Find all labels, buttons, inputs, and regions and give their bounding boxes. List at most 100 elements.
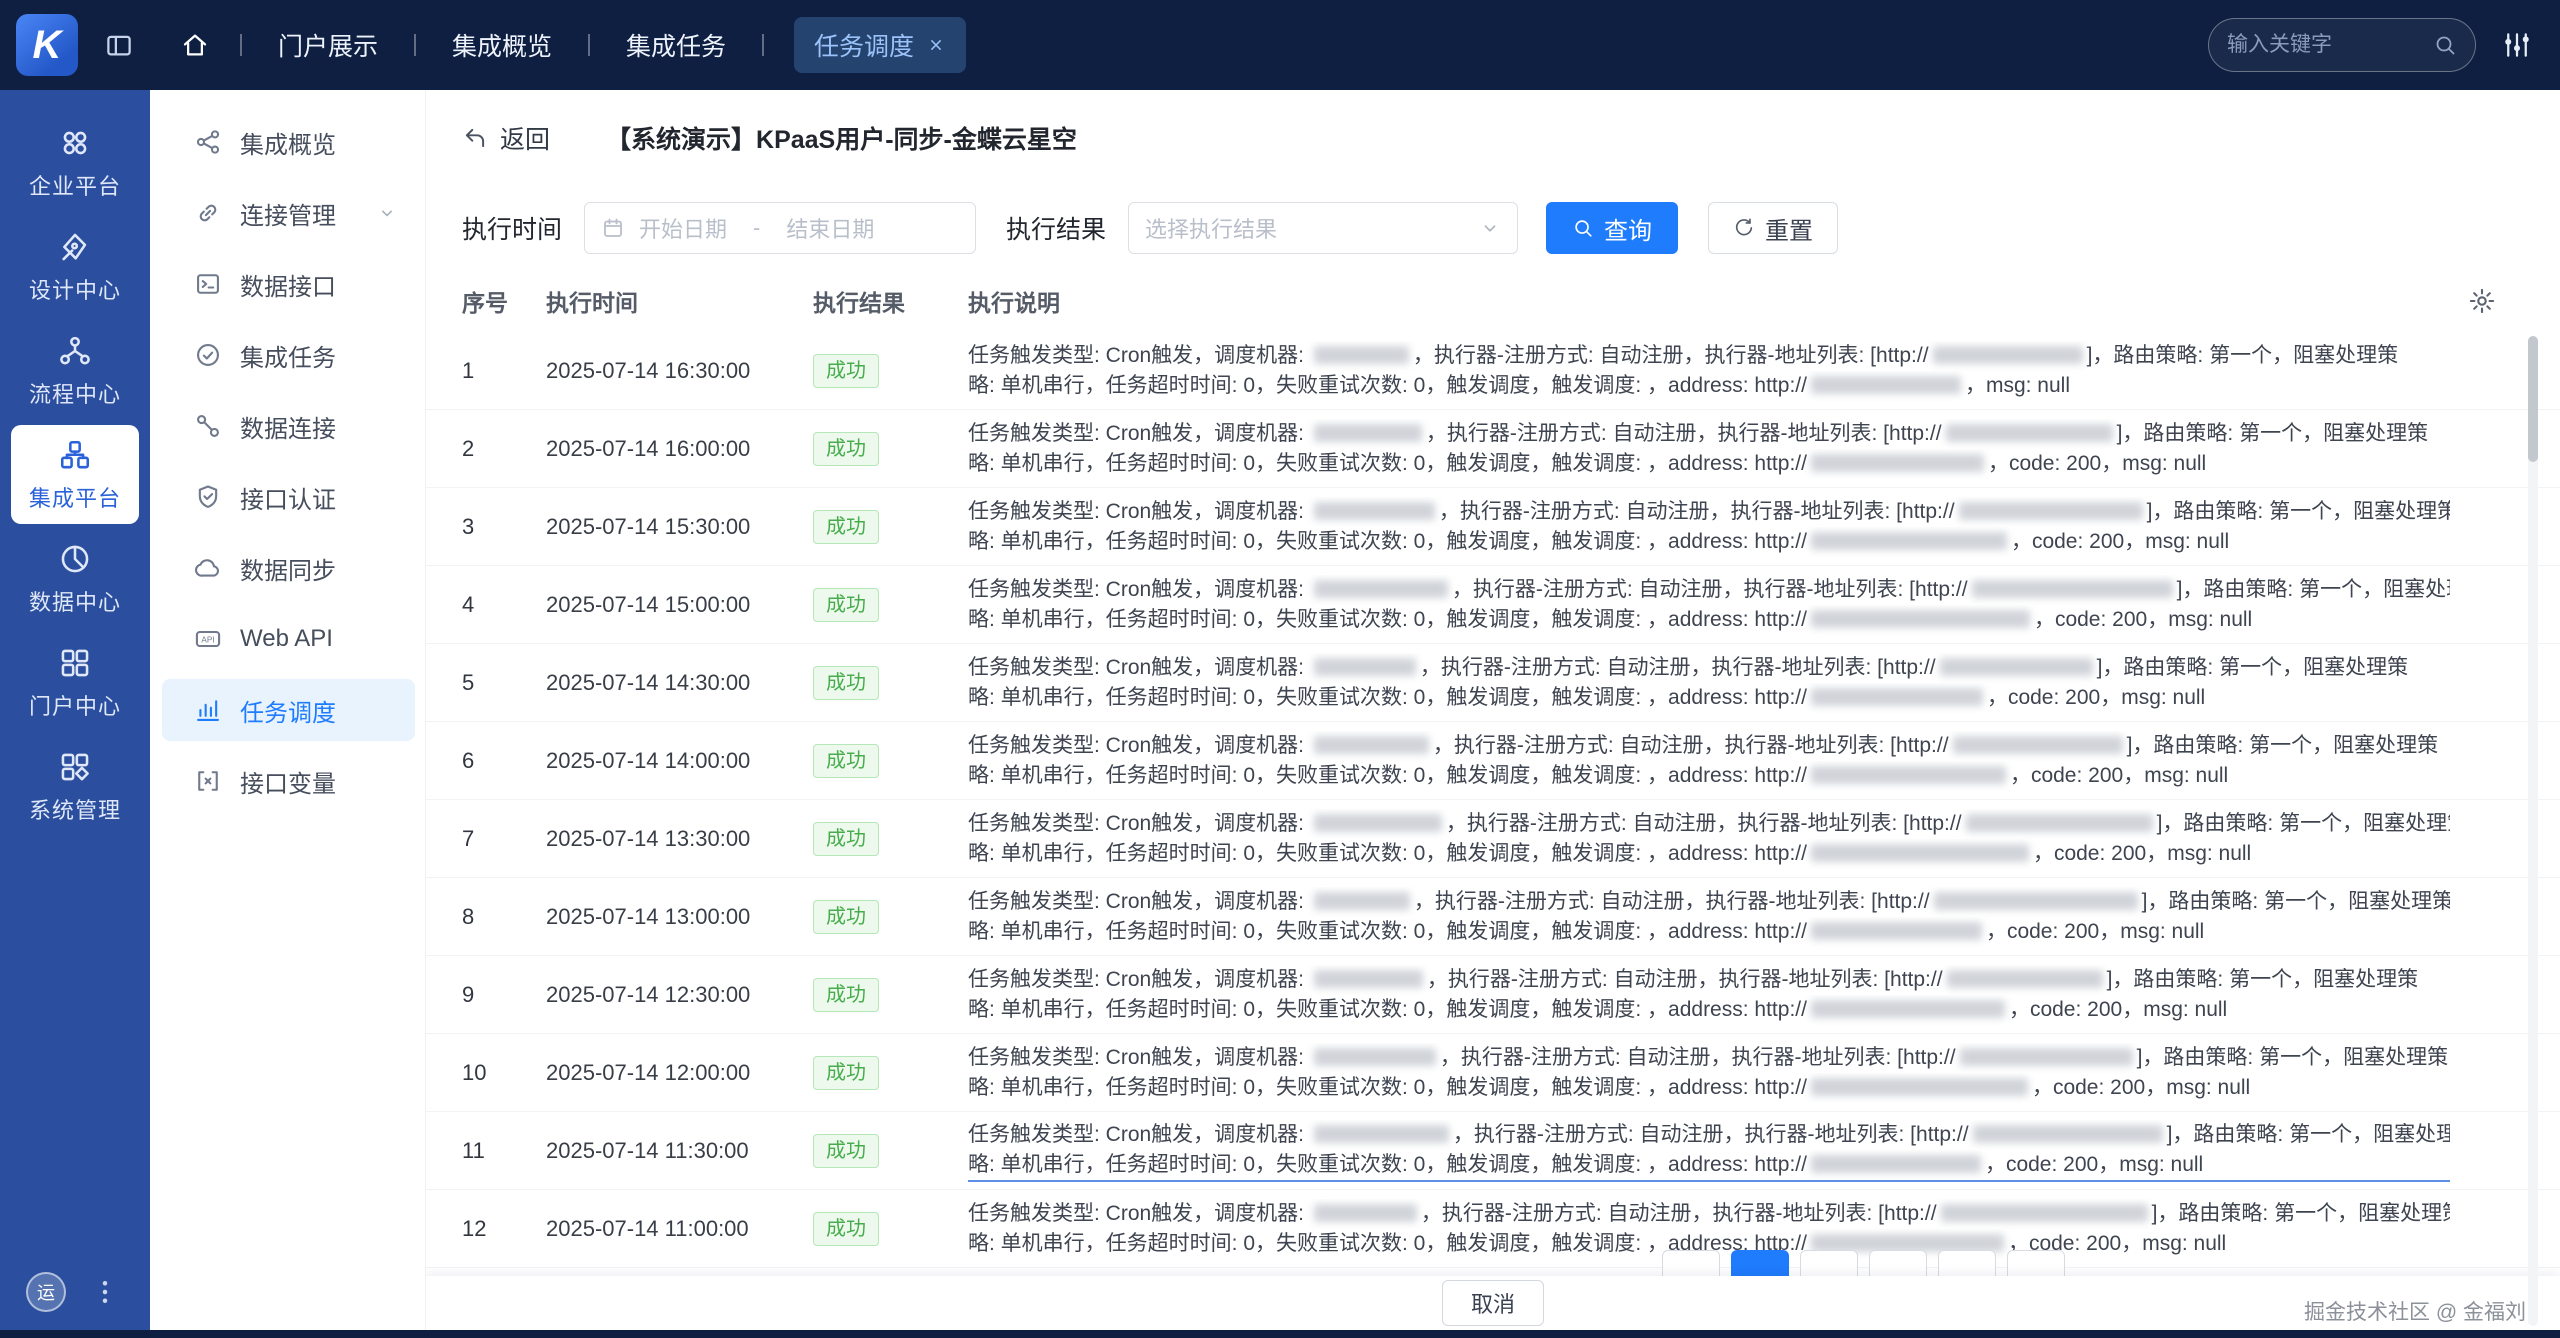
date-range-picker[interactable]: 开始日期 - 结束日期 [584,202,976,254]
sidebar-item-label: 接口认证 [240,480,336,515]
topbar-search [2208,18,2476,72]
sidebar-item-label: 数据接口 [240,267,336,302]
tab-integration-overview[interactable]: 集成概览 [446,17,558,73]
sidebar-item-integration-overview[interactable]: 集成概览 [162,111,415,173]
scrollbar-track[interactable] [2528,336,2538,1326]
row-description: 任务触发类型: Cron触发，调度机器: ，执行器-注册方式: 自动注册，执行器… [968,341,2450,401]
tab-separator [414,34,416,56]
primary-nav-label: 门户中心 [29,689,121,721]
redacted-text [1811,1234,2004,1252]
sidebar-item-web-api[interactable]: APIWeb API [162,608,415,670]
more-menu-button[interactable] [90,1277,120,1307]
search-input[interactable] [2227,33,2433,57]
row-time: 2025-07-14 11:30:00 [546,1138,813,1164]
redacted-text [1811,1078,2028,1096]
avatar[interactable]: 运 [26,1272,66,1312]
portal-center-icon [58,646,92,680]
primary-nav-integration-platform[interactable]: 集成平台 [11,425,139,524]
redacted-text [1811,532,2007,550]
redacted-text [1314,502,1435,520]
refresh-icon [1733,217,1755,239]
sidebar-item-interface-variable[interactable]: 接口变量 [162,750,415,812]
watermark: 掘金技术社区 @ 金福刘 [2304,1296,2526,1326]
status-badge: 成功 [813,1134,879,1168]
primary-nav-label: 流程中心 [29,377,121,409]
date-end-placeholder: 结束日期 [786,212,874,244]
row-description: 任务触发类型: Cron触发，调度机器: ，执行器-注册方式: 自动注册，执行器… [968,497,2450,557]
sidebar-item-api-auth[interactable]: 接口认证 [162,466,415,528]
interface-variable-icon [194,767,222,795]
redacted-text [1314,814,1442,832]
primary-nav-list: 企业平台设计中心流程中心集成平台数据中心门户中心系统管理 [0,113,150,836]
home-icon [180,30,210,60]
row-time: 2025-07-14 14:30:00 [546,670,813,696]
sidebar-toggle-button[interactable] [104,30,134,60]
search-icon[interactable] [2433,33,2457,57]
primary-nav-enterprise-platform[interactable]: 企业平台 [11,113,139,212]
row-description: 任务触发类型: Cron触发，调度机器: ，执行器-注册方式: 自动注册，执行器… [968,887,2450,947]
status-badge: 成功 [813,510,879,544]
row-time: 2025-07-14 16:00:00 [546,436,813,462]
table-row[interactable]: 92025-07-14 12:30:00成功任务触发类型: Cron触发，调度机… [426,956,2560,1034]
status-badge: 成功 [813,822,879,856]
redacted-text [1934,892,2138,910]
primary-nav-data-center[interactable]: 数据中心 [11,529,139,628]
table-row[interactable]: 122025-07-14 11:00:00成功任务触发类型: Cron触发，调度… [426,1190,2560,1268]
sidebar-item-data-connection[interactable]: 数据连接 [162,395,415,457]
sidebar-item-integration-task[interactable]: 集成任务 [162,324,415,386]
table-row[interactable]: 82025-07-14 13:00:00成功任务触发类型: Cron触发，调度机… [426,878,2560,956]
secondary-sidebar: 集成概览连接管理数据接口集成任务数据连接接口认证数据同步 APIWeb API 任务… [150,90,426,1330]
reset-button[interactable]: 重置 [1708,202,1838,254]
col-header-time: 执行时间 [546,284,813,318]
table-row[interactable]: 102025-07-14 12:00:00成功任务触发类型: Cron触发，调度… [426,1034,2560,1112]
sidebar-item-label: 数据同步 [240,551,336,586]
scrollbar-thumb[interactable] [2528,336,2538,462]
filter-button[interactable] [2502,30,2532,60]
date-separator: - [753,215,760,241]
tab-portal-display[interactable]: 门户展示 [272,17,384,73]
primary-nav-process-center[interactable]: 流程中心 [11,321,139,420]
row-time: 2025-07-14 15:30:00 [546,514,813,540]
table-row[interactable]: 12025-07-14 16:30:00成功任务触发类型: Cron触发，调度机… [426,332,2560,410]
tab-label: 集成任务 [626,27,726,63]
primary-nav-system-management[interactable]: 系统管理 [11,737,139,836]
data-center-icon [58,542,92,576]
primary-sidebar: 企业平台设计中心流程中心集成平台数据中心门户中心系统管理 运 [0,90,150,1330]
sidebar-item-label: Web API [240,625,333,653]
table-settings-button[interactable] [2468,287,2496,315]
tab-integration-task[interactable]: 集成任务 [620,17,732,73]
redacted-text [1811,610,2030,628]
redacted-text [1314,1125,1449,1143]
table-row[interactable]: 62025-07-14 14:00:00成功任务触发类型: Cron触发，调度机… [426,722,2560,800]
primary-nav-portal-center[interactable]: 门户中心 [11,633,139,732]
tab-close-icon[interactable] [926,35,946,55]
row-time: 2025-07-14 11:00:00 [546,1216,813,1242]
result-select[interactable]: 选择执行结果 [1128,202,1518,254]
back-button[interactable]: 返回 [462,120,550,156]
home-button[interactable] [180,30,210,60]
table-row[interactable]: 72025-07-14 13:30:00成功任务触发类型: Cron触发，调度机… [426,800,2560,878]
redacted-text [1933,346,2083,364]
primary-nav-design-center[interactable]: 设计中心 [11,217,139,316]
sidebar-item-data-interface[interactable]: 数据接口 [162,253,415,315]
row-description: 任务触发类型: Cron触发，调度机器: ，执行器-注册方式: 自动注册，执行器… [968,419,2450,479]
row-time: 2025-07-14 16:30:00 [546,358,813,384]
table-row[interactable]: 112025-07-14 11:30:00成功任务触发类型: Cron触发，调度… [426,1112,2560,1190]
app-logo[interactable]: K [16,14,78,76]
sidebar-item-data-sync[interactable]: 数据同步 [162,537,415,599]
table-row[interactable]: 52025-07-14 14:30:00成功任务触发类型: Cron触发，调度机… [426,644,2560,722]
table-row[interactable]: 22025-07-14 16:00:00成功任务触发类型: Cron触发，调度机… [426,410,2560,488]
table-row[interactable]: 32025-07-14 15:30:00成功任务触发类型: Cron触发，调度机… [426,488,2560,566]
row-description: 任务触发类型: Cron触发，调度机器: ，执行器-注册方式: 自动注册，执行器… [968,965,2450,1025]
sidebar-item-task-schedule[interactable]: 任务调度 [162,679,415,741]
row-time: 2025-07-14 13:30:00 [546,826,813,852]
tab-task-schedule[interactable]: 任务调度 [794,17,966,73]
table-row[interactable]: 42025-07-14 15:00:00成功任务触发类型: Cron触发，调度机… [426,566,2560,644]
data-interface-icon [194,270,222,298]
sidebar-item-connection-management[interactable]: 连接管理 [162,182,415,244]
col-header-result: 执行结果 [813,284,968,318]
query-button[interactable]: 查询 [1546,202,1678,254]
status-badge: 成功 [813,666,879,700]
design-center-icon [58,230,92,264]
cancel-button[interactable]: 取消 [1442,1280,1544,1326]
